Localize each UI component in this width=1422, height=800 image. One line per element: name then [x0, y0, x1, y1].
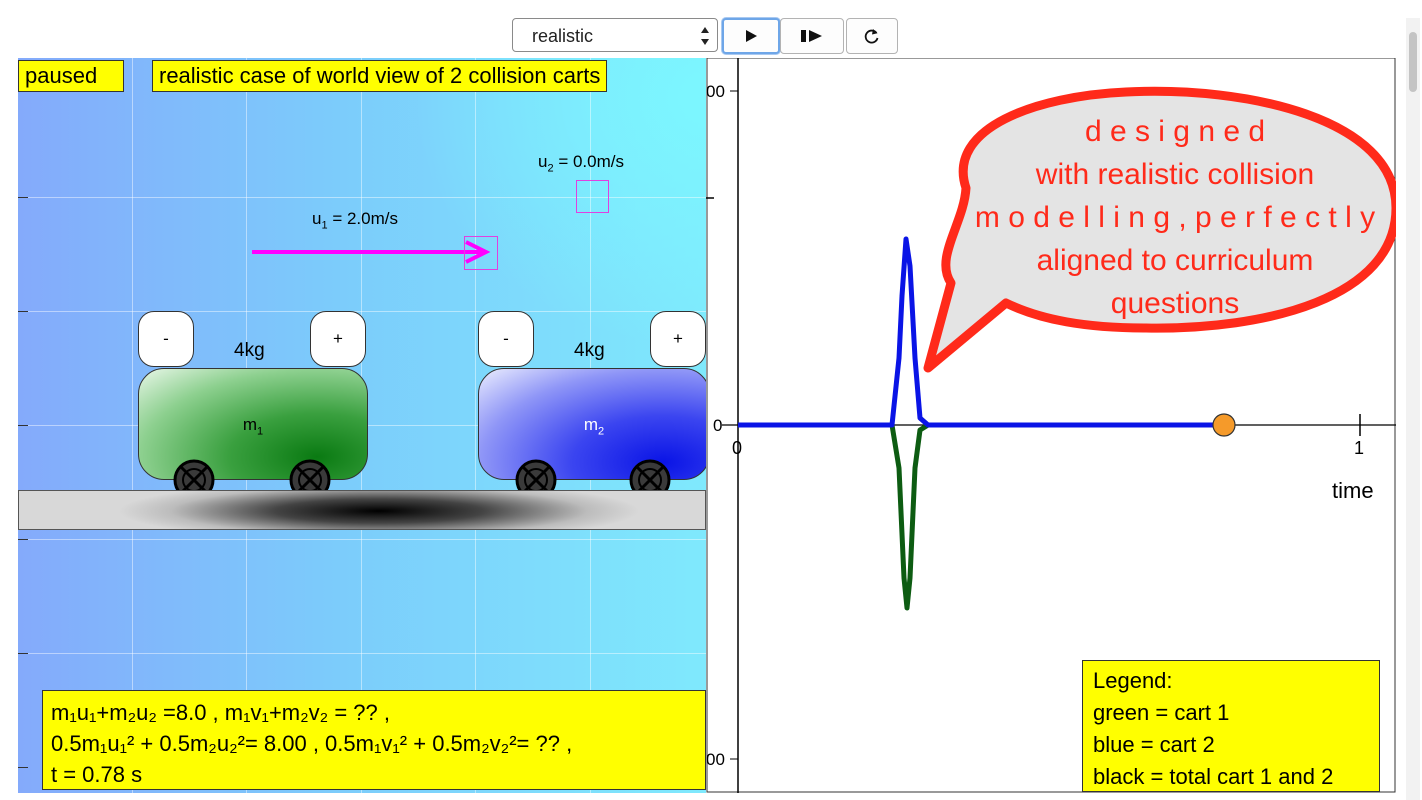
world-view[interactable]: paused realistic case of world view of 2… [18, 58, 706, 793]
axis-tick [18, 767, 28, 768]
play-icon [746, 30, 757, 42]
reset-icon [864, 29, 879, 44]
u1-label: u1 = 2.0m/s [312, 209, 398, 232]
cart2-velocity-handle[interactable] [576, 180, 609, 213]
y-top-tick-label: 00 [706, 82, 725, 101]
legend-title: Legend: [1093, 668, 1173, 693]
x-one-label: 1 [1354, 438, 1365, 458]
velocity-arrow-icon [252, 240, 491, 264]
cart2-mass-decrease-button[interactable]: - [478, 311, 534, 367]
grid-line [18, 311, 706, 312]
cart2-mass-increase-button[interactable]: + [650, 311, 706, 367]
u2-label: u2 = 0.0m/s [538, 152, 624, 175]
cart1-mass-increase-button[interactable]: + [310, 311, 366, 367]
callout-text: d e s i g n e d with realistic collision… [965, 110, 1385, 325]
y-bottom-tick-label: 00 [706, 750, 725, 769]
x-zero-label: 0 [732, 438, 743, 458]
axis-tick [18, 197, 28, 198]
select-arrows-icon [701, 27, 709, 45]
cart1-curve [738, 422, 930, 611]
cart1-sub: 1 [257, 425, 264, 438]
cart1-mass-label: 4kg [234, 340, 265, 361]
legend-panel: Legend: green = cart 1 blue = cart 2 bla… [1082, 660, 1380, 792]
axis-tick [18, 653, 28, 654]
callout-line: with realistic collision [1035, 158, 1315, 191]
time-readout: t = 0.78 s [51, 762, 143, 787]
world-title: realistic case of world view of 2 collis… [152, 60, 608, 92]
energy-equation: 0.5m₁u₁² + 0.5m₂u₂²= 8.00 , 0.5m₁v₁² + 0… [51, 731, 573, 756]
cart2-name: m [583, 415, 599, 434]
callout-line: aligned to curriculum [1036, 244, 1314, 277]
callout-line: m o d e l l i n g , p e r f e c t l y [974, 201, 1376, 234]
step-forward-icon [801, 30, 822, 42]
step-button[interactable] [780, 18, 844, 54]
scrollbar-thumb[interactable] [1409, 32, 1417, 92]
momentum-equation: m₁u₁+m₂u₂ =8.0 , m₁v₁+m₂v₂ = ?? , [51, 700, 390, 725]
y-zero-label: 0 [713, 416, 723, 435]
page-scrollbar[interactable] [1406, 18, 1420, 800]
x-axis-label: time [1332, 478, 1374, 503]
reset-button[interactable] [846, 18, 898, 54]
legend-black: black = total cart 1 and 2 [1093, 764, 1334, 789]
grid-line [18, 653, 706, 654]
axis-tick [18, 311, 28, 312]
status-label: paused [18, 60, 124, 92]
mode-select-value: realistic [532, 26, 594, 46]
grid-line [18, 539, 706, 540]
callout-line: d e s i g n e d [1084, 115, 1266, 148]
legend-green: green = cart 1 [1093, 700, 1230, 725]
cart1-name: m [242, 415, 258, 434]
cart2-sub: 2 [598, 425, 605, 438]
equations-panel: m₁u₁+m₂u₂ =8.0 , m₁v₁+m₂v₂ = ?? , 0.5m₁u… [42, 690, 706, 790]
axis-tick [18, 539, 28, 540]
track [18, 490, 706, 530]
axis-tick [18, 425, 28, 426]
play-button[interactable] [722, 18, 780, 54]
callout-line: questions [1110, 287, 1240, 320]
cart2-mass-label: 4kg [574, 340, 605, 361]
legend-blue: blue = cart 2 [1093, 732, 1215, 757]
time-marker [1212, 413, 1236, 437]
cart1-velocity-handle[interactable] [464, 236, 498, 270]
mode-select[interactable]: realistic [512, 18, 718, 52]
cart1-mass-decrease-button[interactable]: - [138, 311, 194, 367]
